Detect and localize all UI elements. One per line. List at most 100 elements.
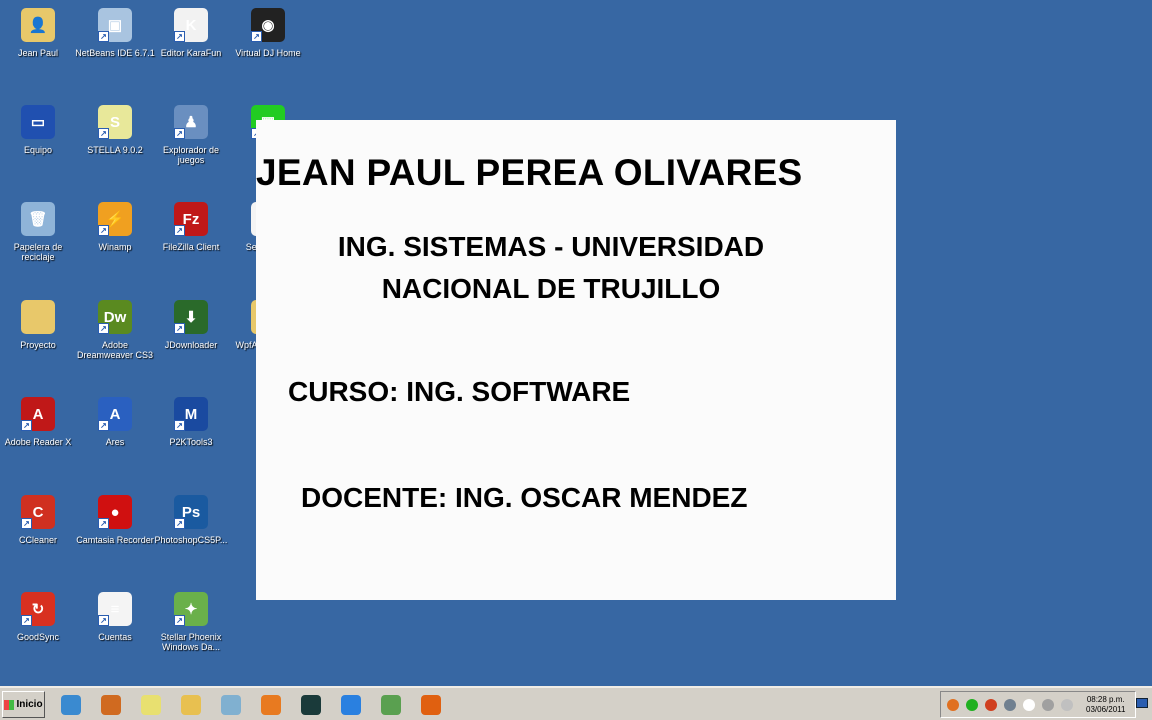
desktop-icon-label: Papelera de reciclaje (13, 242, 63, 262)
photoshop-icon: Ps ↗ (174, 495, 208, 529)
slide-teacher: DOCENTE: ING. OSCAR MENDEZ (301, 482, 748, 513)
vmware-icon (101, 694, 121, 715)
ccleaner-icon: C ↗ (21, 495, 55, 529)
slide-course: CURSO: ING. SOFTWARE (288, 376, 631, 407)
computer-icon: ▭ (21, 105, 55, 139)
shortcut-arrow-icon: ↗ (174, 518, 185, 529)
stellar-phoenix-icon: ✦ ↗ (174, 592, 208, 626)
volume-icon[interactable] (1061, 698, 1073, 711)
desktop-icon-label: NetBeans IDE 6.7.1 (75, 48, 155, 58)
desktop-icon-label: Jean Paul (17, 48, 59, 58)
messenger-icon (61, 694, 81, 715)
desktop-icon-label: Equipo (23, 145, 53, 155)
slide-author-name: JEAN PAUL PEREA OLIVARES (256, 152, 803, 193)
desktop-icon-label: Editor KaraFun (160, 48, 222, 58)
desktop-icon[interactable]: ▣ ↗ NetBeans IDE 6.7.1 (75, 8, 155, 58)
desktop-icon[interactable]: Ps ↗ PhotoshopCS5P... (151, 495, 231, 545)
ares-icon: A ↗ (98, 397, 132, 431)
desktop-icon-label: PhotoshopCS5P... (154, 535, 228, 545)
folder-icon (21, 300, 55, 334)
goodsync-icon: ↻ ↗ (21, 592, 55, 626)
desktop-icon-label: STELLA 9.0.2 (87, 145, 143, 155)
shortcut-arrow-icon: ↗ (174, 128, 185, 139)
filezilla-icon: Fz ↗ (174, 202, 208, 236)
show-desktop-button[interactable] (1136, 698, 1148, 708)
taskbar: Inicio 08:28 p.m. 03/06/2011 (0, 686, 1152, 720)
desktop-icon-label: Virtual DJ Home (235, 48, 301, 58)
desktop-icon-label: JDownloader (164, 340, 218, 350)
p2ktools-icon: M ↗ (174, 397, 208, 431)
desktop-icon-label: GoodSync (16, 632, 60, 642)
desktop-icon-label: Adobe Reader X (4, 437, 72, 447)
desktop-icon[interactable]: ● ↗ Camtasia Recorder (75, 495, 155, 545)
shortcut-arrow-icon: ↗ (98, 225, 109, 236)
taskbar-button[interactable] (294, 691, 328, 718)
desktop-icon[interactable]: Dw ↗ Adobe Dreamweaver CS3 (75, 300, 155, 360)
taskbar-button[interactable] (254, 691, 288, 718)
desktop-icon[interactable]: 🗑 Papelera de reciclaje (0, 202, 78, 262)
avast-icon[interactable] (947, 698, 959, 711)
taskbar-button[interactable] (174, 691, 208, 718)
desktop-icon[interactable]: ▭ Equipo (0, 105, 78, 155)
text-file-icon: ≡ ↗ (98, 592, 132, 626)
desktop-icon-label: Adobe Dreamweaver CS3 (76, 340, 154, 360)
desktop-icon-label: Proyecto (20, 340, 56, 350)
shortcut-arrow-icon: ↗ (21, 420, 32, 431)
slide-school: ING. SISTEMAS - UNIVERSIDAD NACIONAL DE … (337, 231, 765, 304)
taskbar-button[interactable] (94, 691, 128, 718)
notepad-icon (221, 694, 241, 715)
desktop-icon[interactable]: ♟ ↗ Explorador de juegos (151, 105, 231, 165)
desktop-icon[interactable]: ◉ ↗ Virtual DJ Home (228, 8, 308, 58)
desktop-icon-label: P2KTools3 (169, 437, 213, 447)
desktop-icon[interactable]: Proyecto (0, 300, 78, 350)
desktop-icon[interactable]: C ↗ CCleaner (0, 495, 78, 545)
games-explorer-icon: ♟ ↗ (174, 105, 208, 139)
desktop-icon-label: Ares (105, 437, 125, 447)
taskbar-button[interactable] (334, 691, 368, 718)
clock-time: 08:28 p.m. (1086, 694, 1125, 704)
action-center-flag-icon[interactable] (1023, 698, 1035, 711)
clock-date: 03/06/2011 (1086, 704, 1126, 714)
desktop-icon-label: Winamp (98, 242, 132, 252)
desktop-icon[interactable]: ✦ ↗ Stellar Phoenix Windows Da... (151, 592, 231, 652)
shortcut-arrow-icon: ↗ (21, 615, 32, 626)
desktop-icon[interactable]: S ↗ STELLA 9.0.2 (75, 105, 155, 155)
desktop-icon[interactable]: A ↗ Adobe Reader X (0, 397, 78, 447)
windows-logo-icon (4, 699, 15, 710)
shortcut-arrow-icon: ↗ (174, 615, 185, 626)
start-button[interactable]: Inicio (2, 691, 45, 718)
speaker-icon[interactable] (985, 698, 997, 711)
shortcut-arrow-icon: ↗ (21, 518, 32, 529)
taskbar-button[interactable] (374, 691, 408, 718)
desktop-icon[interactable]: ≡ ↗ Cuentas (75, 592, 155, 642)
recycle-bin-icon: 🗑 (21, 202, 55, 236)
desktop-icon[interactable]: 👤 Jean Paul (0, 8, 78, 58)
shortcut-arrow-icon: ↗ (98, 615, 109, 626)
clock[interactable]: 08:28 p.m. 03/06/2011 (1086, 695, 1125, 715)
explorer-folder-icon (181, 694, 201, 715)
shortcut-arrow-icon: ↗ (174, 31, 185, 42)
shortcut-arrow-icon: ↗ (174, 323, 185, 334)
shortcut-arrow-icon: ↗ (98, 323, 109, 334)
taskbar-button[interactable] (54, 691, 88, 718)
stella-icon: S ↗ (98, 105, 132, 139)
taskbar-button[interactable] (414, 691, 448, 718)
desktop-icon[interactable]: M ↗ P2KTools3 (151, 397, 231, 447)
taskbar-button[interactable] (134, 691, 168, 718)
desktop-icon[interactable]: K ↗ Editor KaraFun (151, 8, 231, 58)
network-icon[interactable] (1042, 698, 1054, 711)
green-status-icon[interactable] (966, 698, 978, 711)
desktop-icon[interactable]: Fz ↗ FileZilla Client (151, 202, 231, 252)
adobe-reader-icon: A ↗ (21, 397, 55, 431)
system-tray: 08:28 p.m. 03/06/2011 (940, 691, 1136, 718)
chat-security-icon (301, 694, 321, 715)
camtasia-recorder-icon: ● ↗ (98, 495, 132, 529)
jdownloader-icon: ⬇ ↗ (174, 300, 208, 334)
usb-safe-remove-icon[interactable] (1004, 698, 1016, 711)
desktop-icon[interactable]: ⚡ ↗ Winamp (75, 202, 155, 252)
desktop-icon[interactable]: ⬇ ↗ JDownloader (151, 300, 231, 350)
desktop-icon[interactable]: ↻ ↗ GoodSync (0, 592, 78, 642)
sticky-notes-icon (141, 694, 161, 715)
taskbar-button[interactable] (214, 691, 248, 718)
desktop-icon[interactable]: A ↗ Ares (75, 397, 155, 447)
